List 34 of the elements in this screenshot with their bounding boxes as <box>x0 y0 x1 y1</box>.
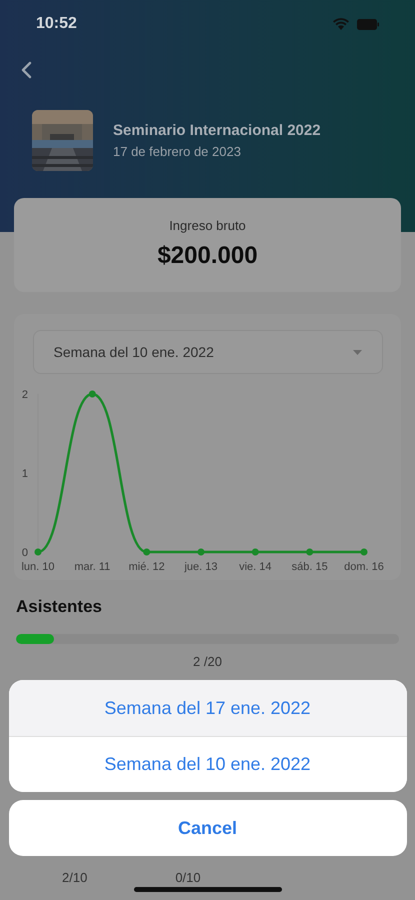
data-point <box>198 548 204 556</box>
action-sheet-option[interactable]: Semana del 17 ene. 2022 <box>8 680 406 736</box>
cancel-button[interactable]: Cancel <box>8 800 406 856</box>
y-tick-label: 2 <box>22 389 28 401</box>
x-tick-label: lun. 10 <box>21 561 55 573</box>
data-point <box>143 548 150 556</box>
x-tick-label: sáb. 15 <box>292 561 328 573</box>
x-tick-label: dom. 16 <box>344 561 384 573</box>
action-sheet-option[interactable]: Semana del 10 ene. 2022 <box>8 736 406 792</box>
attendees-count: 2 /20 <box>193 652 222 670</box>
y-tick-label: 0 <box>22 547 28 559</box>
ticket-count: 0/10 <box>175 869 201 888</box>
data-point <box>34 548 42 556</box>
x-tick-label: jue. 13 <box>184 561 218 573</box>
income-amount: $200.000 <box>157 240 258 271</box>
wifi-icon <box>333 18 349 30</box>
x-tick-label: vie. 14 <box>239 561 272 573</box>
week-dropdown[interactable]: Semana del 10 ene. 2022 <box>32 330 382 374</box>
x-tick-label: mar. 11 <box>74 561 110 573</box>
attendees-title: Asistentes <box>16 596 103 618</box>
income-label: Ingreso bruto <box>169 217 246 236</box>
data-point <box>88 390 96 398</box>
status-time: 10:52 <box>36 14 77 34</box>
data-point <box>306 548 314 556</box>
event-date: 17 de febrero de 2023 <box>113 143 242 161</box>
battery-icon <box>357 18 379 30</box>
x-tick-label: mié. 12 <box>128 561 165 573</box>
data-point <box>360 548 368 556</box>
ticket-count: 2/10 <box>62 869 88 888</box>
y-tick-label: 1 <box>22 468 28 480</box>
data-point <box>252 548 259 556</box>
event-title: Seminario Internacional 2022 <box>113 120 321 140</box>
back-chevron-icon <box>20 61 32 79</box>
dropdown-caret-icon <box>352 350 362 354</box>
